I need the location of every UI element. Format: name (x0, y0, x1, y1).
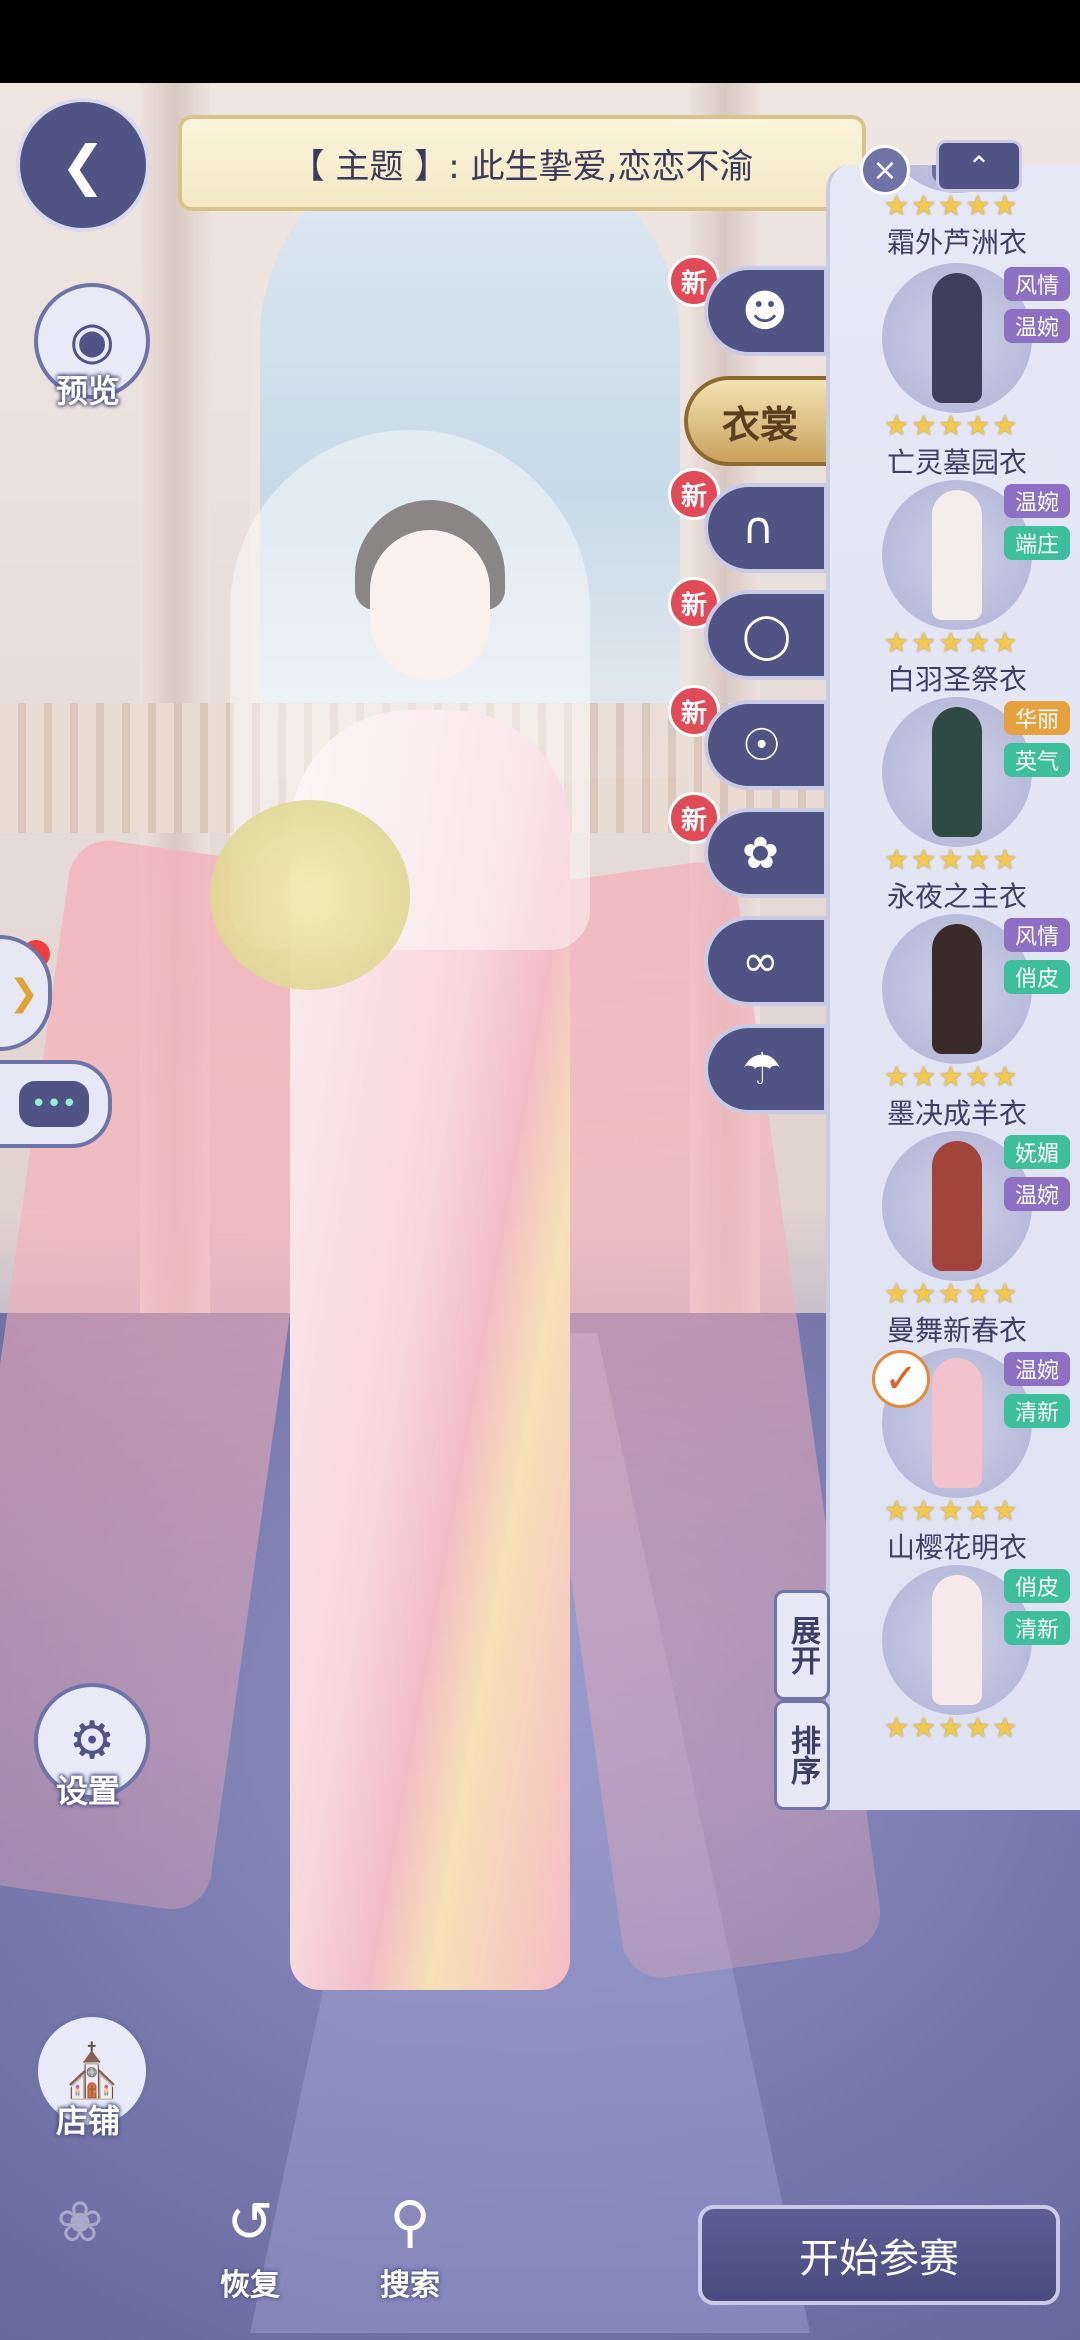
style-tag: 风情 (1004, 918, 1070, 952)
preview-label: 预览 (55, 372, 120, 410)
star-rating: ★★★★★ (884, 1277, 1020, 1310)
socks-icon: ∩ (742, 502, 775, 554)
outfit-figure (932, 707, 982, 837)
veil-icon: ∞ (742, 935, 779, 987)
outfit-figure (932, 924, 982, 1054)
clothes-label: 衣裳 (722, 402, 799, 447)
star-rating: ★★★★★ (884, 1494, 1020, 1527)
chevron-right-icon: ❯ (8, 972, 40, 1014)
lotus-icon: ❀ (56, 2190, 104, 2255)
style-tag: 温婉 (1004, 309, 1070, 343)
chat-bubble-icon: ••• (19, 1081, 89, 1127)
cloak-icon: ☂ (742, 1043, 782, 1095)
style-tag: 英气 (1004, 743, 1070, 777)
chat-button[interactable]: ••• (0, 1060, 112, 1148)
eye-icon: ◉ (69, 311, 115, 371)
tab-earrings[interactable]: ☉ (704, 700, 828, 790)
star-rating: ★★★★★ (884, 843, 1020, 876)
status-bar (0, 0, 1080, 83)
tab-hair[interactable]: ☻ (704, 266, 828, 356)
settings-gear-icon: ⚙ (68, 1711, 116, 1771)
item-panel[interactable]: ★★★★★ 霜外芦洲衣 风情 温婉 ★★★★★ 亡灵墓园衣 温婉 端庄 ★★★★… (826, 165, 1080, 1810)
style-tag: 端庄 (1004, 526, 1070, 560)
style-tag: 温婉 (1004, 1352, 1070, 1386)
star-rating: ★★★★★ (884, 189, 1020, 222)
tab-veil[interactable]: ∞ (704, 916, 828, 1006)
settings-label: 设置 (55, 1772, 120, 1810)
outfit-figure (932, 1575, 982, 1705)
expand-button[interactable]: 展开 (774, 1590, 830, 1700)
checkmark-icon: ✓ (872, 1350, 930, 1408)
style-tag: 华丽 (1004, 701, 1070, 735)
search-icon: ⚲ (389, 2190, 431, 2255)
restore-button[interactable]: ↺ 恢复 (200, 2190, 300, 2304)
style-tag: 温婉 (1004, 1177, 1070, 1211)
theme-text: 【 主题 】: 此生挚爱,恋恋不渝 (290, 146, 754, 187)
item-card[interactable]: 风情 俏皮 ★★★★★ 墨决成羊衣 (830, 906, 1080, 1130)
style-tag: 俏皮 (1004, 1569, 1070, 1603)
star-rating: ★★★★★ (884, 1711, 1020, 1744)
restore-label: 恢复 (220, 2268, 280, 2303)
style-tag: 妩媚 (1004, 1135, 1070, 1169)
outfit-figure (932, 1141, 982, 1271)
chevron-up-icon: ⌃ (967, 149, 991, 183)
hair-icon: ☻ (742, 285, 788, 337)
item-card[interactable]: 妩媚 温婉 ★★★★★ 曼舞新春衣 (830, 1123, 1080, 1347)
tab-socks[interactable]: ∩ (704, 483, 828, 573)
item-card[interactable]: 俏皮 清新 ★★★★★ (830, 1557, 1080, 1773)
style-tag: 清新 (1004, 1394, 1070, 1428)
sort-button[interactable]: 排序 (774, 1700, 830, 1810)
back-button[interactable]: ❮ (16, 98, 150, 232)
close-panel-button[interactable]: × (860, 145, 910, 195)
back-butterfly-icon: ❮ (60, 133, 106, 197)
search-button[interactable]: ⚲ 搜索 (360, 2190, 460, 2304)
tab-cloak[interactable]: ☂ (704, 1024, 828, 1114)
style-tag: 俏皮 (1004, 960, 1070, 994)
close-icon: × (872, 152, 898, 188)
style-tag: 风情 (1004, 267, 1070, 301)
tab-hairpin[interactable]: ✿ (704, 808, 828, 898)
bouquet (210, 800, 410, 990)
search-label: 搜索 (380, 2268, 440, 2303)
outfit-figure (932, 490, 982, 620)
hairpin-icon: ✿ (742, 827, 779, 879)
collapse-button[interactable]: ⌃ (936, 140, 1022, 192)
outfit-figure (932, 273, 982, 403)
start-competition-button[interactable]: 开始参赛 (698, 2205, 1060, 2305)
earrings-icon: ☉ (742, 719, 782, 771)
tab-shoes[interactable]: ◯ (704, 590, 828, 680)
outfit-figure (932, 1358, 982, 1488)
item-card[interactable]: 华丽 英气 ★★★★★ 永夜之主衣 (830, 689, 1080, 913)
star-rating: ★★★★★ (884, 409, 1020, 442)
shop-icon: ⛪ (59, 2041, 125, 2102)
style-tag: 清新 (1004, 1611, 1070, 1645)
tab-clothes[interactable]: 衣裳 (684, 376, 834, 466)
character-model[interactable] (0, 430, 886, 2030)
restore-icon: ↺ (226, 2190, 274, 2255)
style-tag: 温婉 (1004, 484, 1070, 518)
shoes-icon: ◯ (742, 609, 792, 661)
item-card-selected[interactable]: ✓ 温婉 清新 ★★★★★ 山樱花明衣 (830, 1340, 1080, 1564)
item-card[interactable]: 温婉 端庄 ★★★★★ 白羽圣祭衣 (830, 472, 1080, 696)
shop-label: 店铺 (55, 2102, 120, 2140)
star-rating: ★★★★★ (884, 1060, 1020, 1093)
theme-banner: 【 主题 】: 此生挚爱,恋恋不渝 (178, 115, 866, 211)
lotus-logo: ❀ (30, 2190, 130, 2260)
item-card[interactable]: 风情 温婉 ★★★★★ 亡灵墓园衣 (830, 255, 1080, 479)
star-rating: ★★★★★ (884, 626, 1020, 659)
